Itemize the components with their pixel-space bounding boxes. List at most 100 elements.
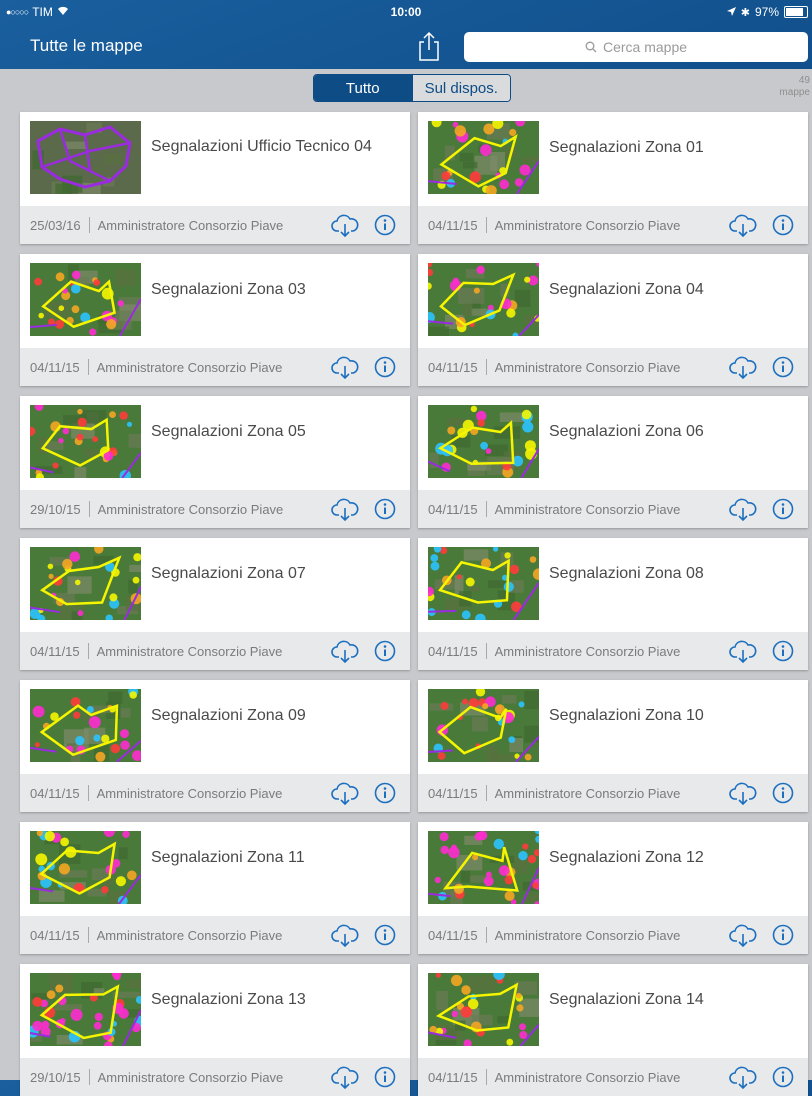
divider xyxy=(87,927,89,943)
cloud-download-icon[interactable] xyxy=(729,1065,757,1089)
info-icon[interactable] xyxy=(374,498,396,520)
cloud-download-icon[interactable] xyxy=(331,497,359,521)
map-title[interactable]: Segnalazioni Ufficio Tecnico 04 xyxy=(151,136,396,157)
battery-fill xyxy=(786,8,803,16)
info-icon[interactable] xyxy=(374,1066,396,1088)
map-card[interactable]: Segnalazioni Zona 12 04/11/15 Amministra… xyxy=(418,822,808,954)
map-title[interactable]: Segnalazioni Zona 12 xyxy=(549,847,794,868)
map-title[interactable]: Segnalazioni Zona 03 xyxy=(151,279,396,300)
map-thumbnail[interactable] xyxy=(30,263,141,336)
map-card[interactable]: Segnalazioni Zona 08 04/11/15 Amministra… xyxy=(418,538,808,670)
info-icon[interactable] xyxy=(772,214,794,236)
divider xyxy=(485,1069,487,1085)
cloud-download-icon[interactable] xyxy=(729,639,757,663)
location-icon xyxy=(726,5,736,19)
divider xyxy=(87,785,89,801)
search-input[interactable]: Cerca mappe xyxy=(464,32,808,62)
divider xyxy=(485,643,487,659)
map-date: 04/11/15 xyxy=(30,785,80,801)
map-thumbnail[interactable] xyxy=(428,263,539,336)
info-icon[interactable] xyxy=(772,782,794,804)
map-card[interactable]: Segnalazioni Zona 07 04/11/15 Amministra… xyxy=(20,538,410,670)
share-button[interactable] xyxy=(416,30,442,62)
filter-segmented-control[interactable]: Tutto Sul dispos. xyxy=(313,74,511,102)
map-thumbnail[interactable] xyxy=(428,831,539,904)
map-card[interactable]: Segnalazioni Zona 13 29/10/15 Amministra… xyxy=(20,964,410,1096)
map-title[interactable]: Segnalazioni Zona 01 xyxy=(549,137,794,158)
map-card-footer: 29/10/15 Amministratore Consorzio Piave xyxy=(20,490,410,528)
battery-icon xyxy=(784,6,808,18)
map-owner: Amministratore Consorzio Piave xyxy=(494,359,681,375)
map-card-footer: 04/11/15 Amministratore Consorzio Piave xyxy=(20,348,410,386)
cloud-download-icon[interactable] xyxy=(729,923,757,947)
map-card[interactable]: Segnalazioni Zona 05 29/10/15 Amministra… xyxy=(20,396,410,528)
cloud-download-icon[interactable] xyxy=(331,781,359,805)
segment-on-device[interactable]: Sul dispos. xyxy=(411,75,510,101)
map-card-footer: 25/03/16 Amministratore Consorzio Piave xyxy=(20,206,410,244)
info-icon[interactable] xyxy=(374,214,396,236)
info-icon[interactable] xyxy=(374,356,396,378)
map-title[interactable]: Segnalazioni Zona 09 xyxy=(151,705,396,726)
map-title[interactable]: Segnalazioni Zona 05 xyxy=(151,421,396,442)
map-card[interactable]: Segnalazioni Zona 01 04/11/15 Amministra… xyxy=(418,112,808,244)
info-icon[interactable] xyxy=(772,356,794,378)
cloud-download-icon[interactable] xyxy=(331,355,359,379)
cloud-download-icon[interactable] xyxy=(331,213,359,237)
cloud-download-icon[interactable] xyxy=(331,639,359,663)
map-date: 29/10/15 xyxy=(30,1069,81,1085)
map-card[interactable]: Segnalazioni Zona 14 04/11/15 Amministra… xyxy=(418,964,808,1096)
map-owner: Amministratore Consorzio Piave xyxy=(494,643,681,659)
map-card-footer: 04/11/15 Amministratore Consorzio Piave xyxy=(418,774,808,812)
map-thumbnail[interactable] xyxy=(428,973,539,1046)
map-title[interactable]: Segnalazioni Zona 04 xyxy=(549,279,794,300)
map-card[interactable]: Segnalazioni Zona 11 04/11/15 Amministra… xyxy=(20,822,410,954)
map-owner: Amministratore Consorzio Piave xyxy=(97,501,284,517)
segment-all[interactable]: Tutto xyxy=(314,75,412,101)
map-title[interactable]: Segnalazioni Zona 13 xyxy=(151,989,396,1010)
map-title[interactable]: Segnalazioni Zona 10 xyxy=(549,705,794,726)
map-card[interactable]: Segnalazioni Ufficio Tecnico 04 25/03/16… xyxy=(20,112,410,244)
map-thumbnail[interactable] xyxy=(30,405,141,478)
map-date: 04/11/15 xyxy=(428,1069,478,1085)
map-title[interactable]: Segnalazioni Zona 06 xyxy=(549,421,794,442)
cloud-download-icon[interactable] xyxy=(331,1065,359,1089)
map-thumbnail[interactable] xyxy=(428,547,539,620)
info-icon[interactable] xyxy=(772,924,794,946)
map-title[interactable]: Segnalazioni Zona 11 xyxy=(151,847,396,868)
status-right: ✱ 97% xyxy=(726,5,808,19)
map-card[interactable]: Segnalazioni Zona 03 04/11/15 Amministra… xyxy=(20,254,410,386)
map-thumbnail[interactable] xyxy=(30,831,141,904)
map-card[interactable]: Segnalazioni Zona 10 04/11/15 Amministra… xyxy=(418,680,808,812)
map-title[interactable]: Segnalazioni Zona 08 xyxy=(549,563,794,584)
map-card[interactable]: Segnalazioni Zona 04 04/11/15 Amministra… xyxy=(418,254,808,386)
map-card[interactable]: Segnalazioni Zona 09 04/11/15 Amministra… xyxy=(20,680,410,812)
map-owner: Amministratore Consorzio Piave xyxy=(494,217,681,233)
map-thumbnail[interactable] xyxy=(428,689,539,762)
map-thumbnail[interactable] xyxy=(30,121,141,194)
info-icon[interactable] xyxy=(374,924,396,946)
map-thumbnail[interactable] xyxy=(30,547,141,620)
info-icon[interactable] xyxy=(772,640,794,662)
cloud-download-icon[interactable] xyxy=(729,213,757,237)
map-title[interactable]: Segnalazioni Zona 14 xyxy=(549,989,794,1010)
cloud-download-icon[interactable] xyxy=(729,781,757,805)
map-owner: Amministratore Consorzio Piave xyxy=(96,785,283,801)
map-thumbnail[interactable] xyxy=(428,405,539,478)
cloud-download-icon[interactable] xyxy=(331,923,359,947)
map-thumbnail[interactable] xyxy=(30,689,141,762)
cloud-download-icon[interactable] xyxy=(729,355,757,379)
info-icon[interactable] xyxy=(772,1066,794,1088)
info-icon[interactable] xyxy=(374,640,396,662)
map-card[interactable]: Segnalazioni Zona 06 04/11/15 Amministra… xyxy=(418,396,808,528)
cloud-download-icon[interactable] xyxy=(729,497,757,521)
info-icon[interactable] xyxy=(772,498,794,520)
info-icon[interactable] xyxy=(374,782,396,804)
map-date: 04/11/15 xyxy=(428,643,478,659)
status-bar: ●○○○○ TIM 10:00 ✱ 97% xyxy=(0,0,812,22)
map-thumbnail[interactable] xyxy=(428,121,539,194)
map-title[interactable]: Segnalazioni Zona 07 xyxy=(151,563,396,584)
map-date: 04/11/15 xyxy=(30,643,80,659)
divider xyxy=(485,359,487,375)
map-date: 25/03/16 xyxy=(30,217,81,233)
map-thumbnail[interactable] xyxy=(30,973,141,1046)
